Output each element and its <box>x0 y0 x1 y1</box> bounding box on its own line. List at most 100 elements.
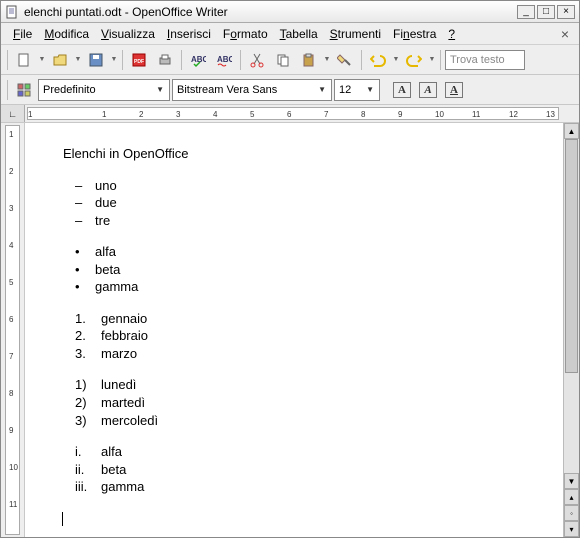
export-pdf-button[interactable]: PDF <box>127 48 151 72</box>
list-block[interactable]: 1)lunedì2)martedì3)mercoledì <box>75 376 553 429</box>
nav-button[interactable]: ◦ <box>564 505 579 521</box>
list-item-text[interactable]: tre <box>95 212 110 230</box>
separator <box>440 50 441 70</box>
menu-strumenti[interactable]: Strumenti <box>324 25 387 43</box>
menu-formato[interactable]: Formato <box>217 25 274 43</box>
list-item[interactable]: 1)lunedì <box>75 376 553 394</box>
spellcheck-button[interactable]: ABC <box>186 48 210 72</box>
list-item[interactable]: ii.beta <box>75 461 553 479</box>
font-name-input[interactable] <box>177 84 315 96</box>
underline-button[interactable]: A <box>442 78 466 102</box>
list-item-text[interactable]: alfa <box>95 243 116 261</box>
list-block[interactable]: 1.gennaio2.febbraio3.marzo <box>75 310 553 363</box>
open-button[interactable] <box>48 48 72 72</box>
page-viewport[interactable]: Elenchi in OpenOffice –uno–due–tre•alfa•… <box>25 123 563 537</box>
list-item-text[interactable]: martedì <box>101 394 145 412</box>
dropdown-arrow-icon[interactable]: ▼ <box>315 85 329 94</box>
menu-visualizza[interactable]: Visualizza <box>95 25 161 43</box>
list-item-text[interactable]: marzo <box>101 345 137 363</box>
new-document-dropdown[interactable]: ▼ <box>38 56 46 63</box>
list-item-text[interactable]: uno <box>95 177 117 195</box>
scroll-down-button[interactable]: ▼ <box>564 473 579 489</box>
paste-dropdown[interactable]: ▼ <box>323 56 331 63</box>
list-item[interactable]: –tre <box>75 212 553 230</box>
list-item[interactable]: 1.gennaio <box>75 310 553 328</box>
maximize-button[interactable]: □ <box>537 5 555 19</box>
list-item[interactable]: 2.febbraio <box>75 327 553 345</box>
cut-button[interactable] <box>245 48 269 72</box>
menu-inserisci[interactable]: Inserisci <box>161 25 217 43</box>
list-item-text[interactable]: alfa <box>101 443 122 461</box>
prev-page-button[interactable]: ▴ <box>564 489 579 505</box>
document-title[interactable]: Elenchi in OpenOffice <box>63 145 553 163</box>
auto-spellcheck-button[interactable]: ABC <box>212 48 236 72</box>
ruler-strip[interactable]: 112345678910111213 <box>27 107 559 120</box>
minimize-button[interactable]: _ <box>517 5 535 19</box>
copy-button[interactable] <box>271 48 295 72</box>
dropdown-arrow-icon[interactable]: ▼ <box>153 85 167 94</box>
menu-modifica[interactable]: Modifica <box>38 25 95 43</box>
italic-button[interactable]: A <box>416 78 440 102</box>
open-dropdown[interactable]: ▼ <box>74 56 82 63</box>
menu-help[interactable]: ? <box>442 25 461 43</box>
list-block[interactable]: –uno–due–tre <box>75 177 553 230</box>
menu-finestra[interactable]: Finestra <box>387 25 442 43</box>
bold-button[interactable]: A <box>390 78 414 102</box>
list-item[interactable]: •gamma <box>75 278 553 296</box>
list-item-text[interactable]: mercoledì <box>101 412 158 430</box>
list-item-text[interactable]: lunedì <box>101 376 136 394</box>
window-title: elenchi puntati.odt - OpenOffice Writer <box>24 5 512 19</box>
list-item[interactable]: •beta <box>75 261 553 279</box>
vertical-scrollbar[interactable]: ▲ ▼ ▴ ◦ ▾ <box>563 123 579 537</box>
vruler-strip[interactable]: 1234567891011 <box>5 125 20 535</box>
list-item-text[interactable]: due <box>95 194 117 212</box>
next-page-button[interactable]: ▾ <box>564 521 579 537</box>
list-block[interactable]: •alfa•beta•gamma <box>75 243 553 296</box>
close-document-button[interactable]: × <box>557 26 573 42</box>
list-item-text[interactable]: gamma <box>101 478 144 496</box>
scroll-up-button[interactable]: ▲ <box>564 123 579 139</box>
list-item-text[interactable]: beta <box>101 461 126 479</box>
font-name-combo[interactable]: ▼ <box>172 79 332 101</box>
menu-tabella[interactable]: Tabella <box>274 25 324 43</box>
list-item[interactable]: 3.marzo <box>75 345 553 363</box>
document-page[interactable]: Elenchi in OpenOffice –uno–due–tre•alfa•… <box>25 123 563 537</box>
list-marker: • <box>75 278 95 296</box>
list-item[interactable]: •alfa <box>75 243 553 261</box>
print-button[interactable] <box>153 48 177 72</box>
scroll-track[interactable] <box>564 139 579 473</box>
redo-button[interactable] <box>402 48 426 72</box>
paragraph-style-combo[interactable]: ▼ <box>38 79 170 101</box>
menu-file[interactable]: File <box>7 25 38 43</box>
list-item-text[interactable]: gennaio <box>101 310 147 328</box>
ruler-mark: 10 <box>9 463 18 472</box>
font-size-combo[interactable]: ▼ <box>334 79 380 101</box>
list-item[interactable]: i.alfa <box>75 443 553 461</box>
list-item[interactable]: iii.gamma <box>75 478 553 496</box>
save-dropdown[interactable]: ▼ <box>110 56 118 63</box>
paragraph-style-input[interactable] <box>43 84 153 96</box>
separator <box>361 50 362 70</box>
list-item-text[interactable]: febbraio <box>101 327 148 345</box>
font-size-input[interactable] <box>339 84 363 96</box>
find-input[interactable]: Trova testo <box>445 50 525 70</box>
format-paintbrush-button[interactable] <box>333 48 357 72</box>
undo-button[interactable] <box>366 48 390 72</box>
list-item[interactable]: 2)martedì <box>75 394 553 412</box>
scroll-thumb[interactable] <box>565 139 578 373</box>
save-button[interactable] <box>84 48 108 72</box>
redo-dropdown[interactable]: ▼ <box>428 56 436 63</box>
close-button[interactable]: × <box>557 5 575 19</box>
list-block[interactable]: i.alfaii.betaiii.gamma <box>75 443 553 496</box>
list-item[interactable]: –due <box>75 194 553 212</box>
list-item-text[interactable]: gamma <box>95 278 138 296</box>
styles-button[interactable] <box>12 78 36 102</box>
new-document-button[interactable] <box>12 48 36 72</box>
list-item[interactable]: –uno <box>75 177 553 195</box>
paste-button[interactable] <box>297 48 321 72</box>
undo-dropdown[interactable]: ▼ <box>392 56 400 63</box>
document-body[interactable]: Elenchi in OpenOffice –uno–due–tre•alfa•… <box>63 145 553 527</box>
dropdown-arrow-icon[interactable]: ▼ <box>363 85 377 94</box>
list-item[interactable]: 3)mercoledì <box>75 412 553 430</box>
list-item-text[interactable]: beta <box>95 261 120 279</box>
